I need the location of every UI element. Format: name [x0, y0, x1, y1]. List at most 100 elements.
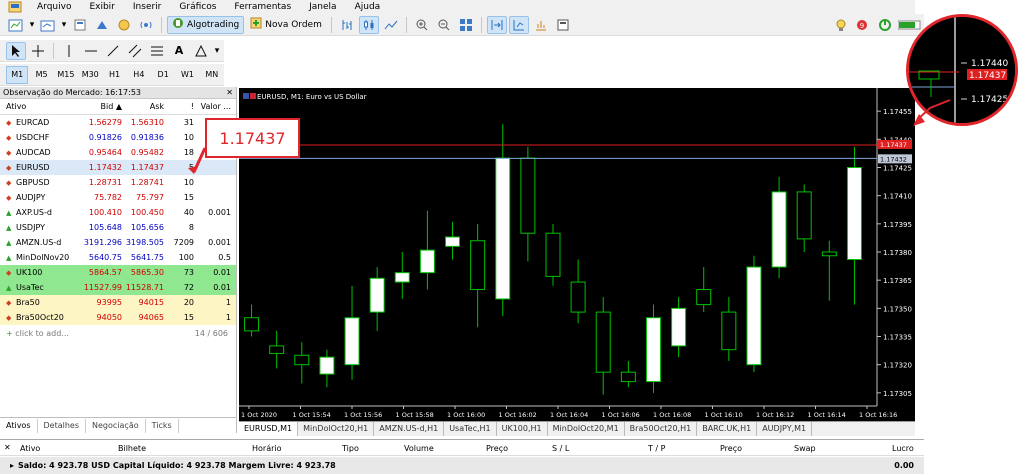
text-tool-icon[interactable]: A: [169, 42, 189, 60]
market-watch-row[interactable]: ◆ AUDJPY 75.782 75.797 15: [0, 190, 236, 205]
chart-tab[interactable]: MinDolOct20,H1: [298, 422, 375, 436]
chart-tab[interactable]: UsaTec,H1: [444, 422, 497, 436]
bar-chart-icon[interactable]: [337, 16, 357, 34]
col-ativo[interactable]: Ativo: [20, 444, 40, 453]
timeframe-m30[interactable]: M30: [79, 66, 101, 84]
tab-negociacao[interactable]: Negociação: [86, 419, 146, 433]
column-header-spread[interactable]: !: [166, 102, 196, 111]
market-watch-icon[interactable]: [70, 16, 90, 34]
col-swap[interactable]: Swap: [794, 444, 816, 453]
templates-icon[interactable]: [553, 16, 573, 34]
chart-tab[interactable]: AMZN.US-d,H1: [374, 422, 445, 436]
timeframe-m1[interactable]: M1: [6, 65, 29, 84]
market-watch-row[interactable]: ▲ AXP.US-d 100.410 100.450 40 0.001: [0, 205, 236, 220]
market-watch-row[interactable]: ◆ Bra50 93995 94015 20 1: [0, 295, 236, 310]
market-watch-row[interactable]: ▲ UsaTec 11527.99 11528.71 72 0.01: [0, 280, 236, 295]
menu-exibir[interactable]: Exibir: [80, 0, 123, 14]
shapes-icon[interactable]: [191, 42, 211, 60]
col-preco[interactable]: Preço: [486, 444, 508, 453]
new-order-button[interactable]: Nova Ordem: [246, 16, 326, 34]
add-symbol-row[interactable]: + click to add... 14 / 606: [0, 325, 236, 341]
navigator-icon[interactable]: [114, 16, 134, 34]
profiles-icon[interactable]: [38, 16, 58, 34]
market-watch-row[interactable]: ◆ Bra50Oct20 94050 94065 15 1: [0, 310, 236, 325]
lightbulb-icon[interactable]: [831, 16, 851, 34]
candlestick-chart-icon[interactable]: [358, 15, 379, 34]
col-preco-atual[interactable]: Preço: [720, 444, 742, 453]
market-watch-row[interactable]: ▲ MinDolNov20 5640.75 5641.75 100 0.5: [0, 250, 236, 265]
market-watch-row[interactable]: ◆ USDCHF 0.91826 0.91836 10: [0, 130, 236, 145]
horizontal-line-icon[interactable]: [81, 42, 101, 60]
column-header-symbol[interactable]: Ativo: [0, 102, 82, 111]
notification-icon[interactable]: 9: [853, 16, 873, 34]
crosshair-icon[interactable]: [28, 42, 48, 60]
timeframe-m15[interactable]: M15: [55, 66, 77, 84]
col-lucro[interactable]: Lucro: [892, 444, 914, 453]
chart-tab[interactable]: MinDolOct20,M1: [548, 422, 625, 436]
market-watch-row[interactable]: ◆ GBPUSD 1.28731 1.28741 10: [0, 175, 236, 190]
connection-status-icon[interactable]: [875, 16, 895, 34]
chevron-down-icon[interactable]: ▾: [60, 16, 68, 34]
channel-icon[interactable]: [125, 42, 145, 60]
col-tp[interactable]: T / P: [648, 444, 666, 453]
chart-tab[interactable]: EURUSD,M1: [239, 422, 299, 436]
market-watch-row[interactable]: ◆ EURUSD 1.17432 1.17437 5: [0, 160, 236, 175]
column-header-ask[interactable]: Ask: [124, 102, 166, 111]
col-horario[interactable]: Horário: [252, 444, 282, 453]
chevron-down-icon[interactable]: ▾: [28, 16, 36, 34]
chart-tab[interactable]: BARC.UK,H1: [697, 422, 758, 436]
line-chart-icon[interactable]: [381, 16, 401, 34]
chevron-down-icon[interactable]: ▾: [213, 42, 221, 60]
column-header-bid[interactable]: Bid ▲: [82, 102, 124, 111]
col-sl[interactable]: S / L: [552, 444, 569, 453]
price-chart[interactable]: EURUSD, M1: Euro vs US Dollar 1.17455 1.1…: [239, 88, 915, 421]
time-label: 1 Oct 16:14: [808, 411, 846, 419]
market-watch-row[interactable]: ◆ UK100 5864.57 5865.30 73 0.01: [0, 265, 236, 280]
new-chart-icon[interactable]: [6, 16, 26, 34]
chart-tab[interactable]: UK100,H1: [497, 422, 548, 436]
menu-arquivo[interactable]: Arquivo: [28, 0, 80, 14]
zoom-out-icon[interactable]: [434, 16, 454, 34]
signal-icon[interactable]: [136, 16, 156, 34]
tab-ticks[interactable]: Ticks: [146, 419, 179, 433]
tile-windows-icon[interactable]: [456, 16, 476, 34]
close-icon[interactable]: ✕: [226, 88, 233, 97]
market-watch-row[interactable]: ▲ USDJPY 105.648 105.656 8: [0, 220, 236, 235]
timeframe-w1[interactable]: W1: [176, 66, 198, 84]
vertical-line-icon[interactable]: [59, 42, 79, 60]
column-header-value[interactable]: Valor ...: [196, 102, 234, 111]
chart-canvas[interactable]: EURUSD, M1: Euro vs US Dollar 1.17455 1.1…: [239, 88, 915, 421]
market-watch-row[interactable]: ◆ EURCAD 1.56279 1.56310 31: [0, 115, 236, 130]
col-tipo[interactable]: Tipo: [342, 444, 359, 453]
timeframe-h4[interactable]: H4: [128, 66, 150, 84]
timeframe-m5[interactable]: M5: [30, 66, 52, 84]
zoom-in-icon[interactable]: [412, 16, 432, 34]
autoscroll-icon[interactable]: [486, 15, 507, 34]
timeframe-h1[interactable]: H1: [103, 66, 125, 84]
timeframe-d1[interactable]: D1: [152, 66, 174, 84]
trendline-icon[interactable]: [103, 42, 123, 60]
menu-ajuda[interactable]: Ajuda: [346, 0, 390, 14]
chart-tab[interactable]: Bra50Oct20,H1: [625, 422, 698, 436]
menu-janela[interactable]: Janela: [300, 0, 345, 14]
fibonacci-icon[interactable]: [147, 42, 167, 60]
cursor-icon[interactable]: [6, 41, 26, 60]
balance-icon: ▸: [10, 461, 15, 470]
tab-ativos[interactable]: Ativos: [0, 419, 38, 433]
close-icon[interactable]: ✕: [4, 443, 11, 452]
algotrading-button[interactable]: Algotrading: [167, 15, 245, 34]
col-bilhete[interactable]: Bilhete: [118, 444, 146, 453]
timeframe-mn[interactable]: MN: [201, 66, 223, 84]
col-volume[interactable]: Volume: [404, 444, 434, 453]
data-window-icon[interactable]: [92, 16, 112, 34]
menu-inserir[interactable]: Inserir: [124, 0, 171, 14]
tab-detalhes[interactable]: Detalhes: [38, 419, 87, 433]
menu-ferramentas[interactable]: Ferramentas: [225, 0, 300, 14]
chart-tab[interactable]: AUDJPY,M1: [757, 422, 813, 436]
menu-graficos[interactable]: Gráficos: [170, 0, 225, 14]
market-watch-row[interactable]: ◆ AUDCAD 0.95464 0.95482 18: [0, 145, 236, 160]
market-watch-row[interactable]: ▲ AMZN.US-d 3191.296 3198.505 7209 0.001: [0, 235, 236, 250]
chart-shift-icon[interactable]: [508, 15, 529, 34]
symbol-name: Bra50Oct20: [16, 313, 64, 322]
indicators-icon[interactable]: [531, 16, 551, 34]
